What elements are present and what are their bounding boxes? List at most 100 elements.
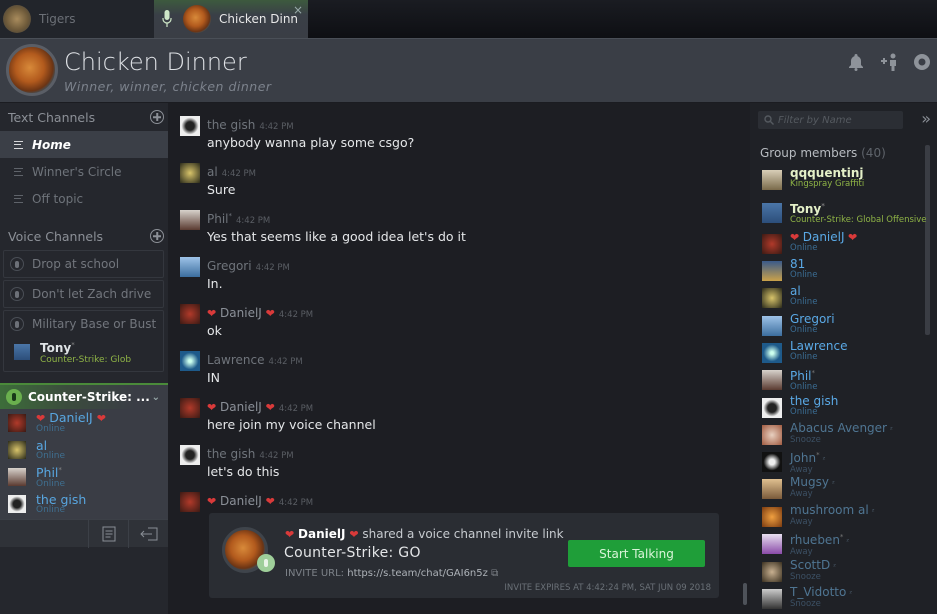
filter-input[interactable] [778,114,898,126]
avatar[interactable] [180,492,200,512]
snooze-icon: ᶻ [849,589,853,598]
snooze-icon: ᶻ [833,562,837,571]
microphone-icon [10,257,24,271]
member-row[interactable]: John* ᶻ Away [762,449,826,475]
avatar[interactable] [180,398,200,418]
member-row[interactable]: Tony* Counter-Strike: Global Offensive [762,200,927,225]
voice-member[interactable]: al Online [0,436,168,463]
invite-friend-icon[interactable] [879,53,899,71]
tab-label: Chicken Dinn [219,12,299,26]
bell-icon[interactable] [847,53,865,71]
member-row[interactable]: T_Vidotto ᶻ Snooze [762,586,852,609]
search-icon [764,115,774,125]
channel-off-topic[interactable]: Off topic [0,185,168,212]
member-row[interactable]: mushroom al ᶻ Away [762,504,875,527]
avatar [762,425,782,445]
collapse-panel-icon[interactable]: » [921,109,931,128]
tab-label: Tigers [39,12,76,26]
member-row[interactable]: Mugsy ᶻ Away [762,476,835,499]
member-row[interactable]: the gish Online [762,395,838,418]
avatar [8,494,26,513]
add-text-channel-icon[interactable] [150,110,164,124]
active-voice-header[interactable]: Counter-Strike: ... ⌄ [0,385,168,409]
avatar[interactable] [180,257,200,277]
group-avatar [183,5,211,33]
avatar[interactable] [180,445,200,465]
text-channel-icon [14,194,23,203]
avatar[interactable] [180,116,200,136]
channel-sidebar: Text Channels Home Winner's Circle Off t… [0,103,168,614]
tab-chicken-dinner[interactable]: Chicken Dinn × [154,0,308,38]
heart-icon: ❤ [285,528,295,541]
start-talking-button[interactable]: Start Talking [568,540,705,567]
voice-member[interactable]: ❤ DanielJ ❤ Online [0,409,168,436]
microphone-icon [10,287,24,301]
voice-user-tony[interactable]: Tony* Counter-Strike: Glob [4,337,163,371]
avatar [762,288,782,308]
snooze-icon: ᶻ [831,479,835,488]
microphone-icon [6,389,22,405]
avatar [762,343,782,363]
heart-icon: ❤ [265,495,275,508]
member-row[interactable]: Abacus Avenger ᶻ Snooze [762,422,893,445]
snooze-icon: ᶻ [889,425,893,434]
settings-gear-icon[interactable] [913,53,931,71]
voice-member[interactable]: Phil* Online [0,463,168,490]
voice-channel-military-base[interactable]: Military Base or Bust Tony* Counter-Stri… [3,310,164,372]
channel-winners-circle[interactable]: Winner's Circle [0,158,168,185]
members-panel: » Group members (40) qqquentinjKingspray… [750,103,937,614]
group-members-heading: Group members (40) [760,146,886,160]
avatar [8,440,26,459]
add-voice-channel-icon[interactable] [150,229,164,243]
chevron-down-icon[interactable]: ⌄ [152,392,160,403]
voice-channel-drop-at-school[interactable]: Drop at school [3,250,164,278]
invite-expiry: INVITE EXPIRES AT 4:42:24 PM, SAT JUN 09… [504,583,711,593]
heart-icon: ❤ [844,231,858,244]
group-header: Chicken Dinner Winner, winner, chicken d… [0,38,937,132]
leave-voice-icon[interactable] [128,520,168,548]
invite-url-link[interactable]: https://s.team/chat/GAI6n5z [347,568,488,579]
member-row[interactable]: 81 Online [762,258,817,281]
tab-bar: Tigers Chicken Dinn × [0,0,937,38]
avatar[interactable] [180,351,200,371]
channel-home[interactable]: Home [0,131,168,158]
avatar [762,534,782,554]
member-row[interactable]: ScottD ᶻ Snooze [762,559,836,582]
member-row[interactable]: Gregori Online [762,313,835,336]
avatar [762,562,782,582]
member-row[interactable]: qqquentinj Kingspray Graffiti [762,167,864,190]
avatar [14,344,30,360]
avatar [762,261,782,281]
voice-member[interactable]: the gish Online [0,490,168,517]
heart-icon: ❤ [207,307,217,320]
avatar[interactable] [180,304,200,324]
heart-icon: ❤ [265,401,275,414]
avatar [762,452,782,472]
member-row[interactable]: ❤ DanielJ ❤ Online [762,231,857,254]
group-title: Chicken Dinner [64,48,247,76]
member-row[interactable]: al Online [762,285,817,308]
avatar[interactable] [180,210,200,230]
members-scrollbar[interactable] [925,145,930,335]
chat-scrollbar[interactable] [743,583,747,605]
member-row[interactable]: Lawrence Online [762,340,848,363]
group-avatar [3,5,31,33]
text-channel-icon [14,167,23,176]
avatar [762,234,782,254]
close-icon[interactable]: × [293,3,303,17]
chat-area: the gish 4:42 PM anybody wanna play some … [168,103,750,614]
heart-icon: ❤ [207,495,217,508]
copy-icon[interactable]: ⧉ [491,568,498,579]
avatar [762,398,782,418]
notes-icon[interactable] [88,520,128,548]
voice-channel-dont-let-zach-drive[interactable]: Don't let Zach drive [3,280,164,308]
text-channels-header: Text Channels [0,103,168,131]
avatar[interactable] [180,163,200,183]
tab-tigers[interactable]: Tigers [0,0,154,38]
member-row[interactable]: Phil* Online [762,367,817,392]
snooze-icon: ᶻ [822,455,826,464]
snooze-icon: ᶻ [871,507,875,516]
member-row[interactable]: rhueben* ᶻ Away [762,531,849,557]
microphone-icon [257,554,275,572]
heart-icon: ❤ [207,401,217,414]
